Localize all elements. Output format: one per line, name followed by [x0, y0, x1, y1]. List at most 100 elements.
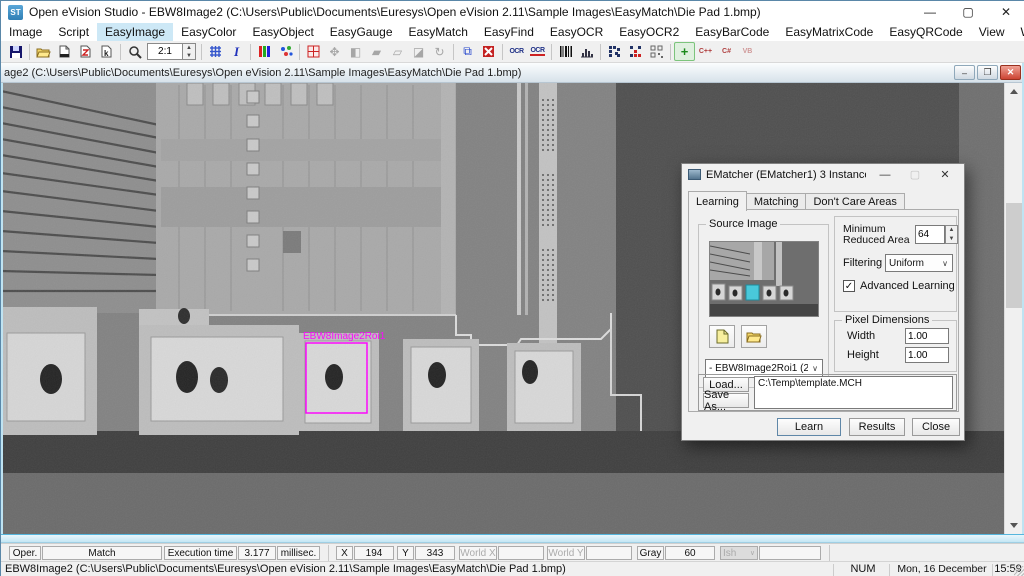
document-title-bar: age2 (C:\Users\Public\Documents\Euresys\… [1, 63, 1024, 83]
pixel-dimensions-group: Pixel Dimensions Width Height [834, 320, 957, 372]
filtering-select[interactable]: Uniform ∨ [885, 254, 953, 272]
menu-easyocr2[interactable]: EasyOCR2 [611, 23, 687, 41]
learn-button[interactable]: Learn [777, 418, 841, 436]
shear-left-icon[interactable]: ◧ [345, 42, 366, 61]
histogram-icon[interactable] [576, 42, 597, 61]
color-bars-icon[interactable] [254, 42, 275, 61]
exec-time-label: Execution time [164, 546, 237, 560]
save-as-button[interactable]: Save As... [703, 393, 749, 408]
status-bar: Oper. Match Execution time 3.177 millise… [1, 543, 1024, 561]
doc-restore-button[interactable]: ❐ [977, 65, 998, 80]
kernel-document-icon[interactable]: k [96, 42, 117, 61]
shear-right-icon[interactable]: ▱ [387, 42, 408, 61]
template-file-group: Load... Save As... C:\Temp\template.MCH [698, 374, 957, 411]
warp-icon[interactable]: ◪ [408, 42, 429, 61]
color-dots-icon[interactable] [275, 42, 296, 61]
new-document-icon[interactable] [54, 42, 75, 61]
scroll-up-button[interactable] [1005, 83, 1023, 100]
world-y-label: World Y [547, 546, 585, 560]
vb-icon[interactable]: VB [737, 42, 758, 61]
gray-value: 60 [665, 546, 715, 560]
oper-label: Oper. [9, 546, 41, 560]
scroll-down-button[interactable] [1005, 517, 1023, 534]
menu-window[interactable]: Window [1013, 23, 1024, 41]
advanced-learning-label: Advanced Learning [860, 280, 955, 292]
dialog-icon [688, 169, 701, 180]
min-reduced-area-spinner[interactable]: ▲▼ [945, 225, 958, 244]
template-path-box[interactable]: C:\Temp\template.MCH [754, 376, 953, 409]
add-script-icon[interactable]: + [674, 42, 695, 61]
menu-easyimage[interactable]: EasyImage [97, 23, 173, 41]
matrixcode-icon[interactable] [604, 42, 625, 61]
save-icon[interactable] [5, 42, 26, 61]
grid-icon[interactable] [205, 42, 226, 61]
min-reduced-area-input[interactable] [915, 225, 945, 244]
menu-easymatch[interactable]: EasyMatch [401, 23, 476, 41]
height-input[interactable] [905, 347, 949, 363]
magnifier-icon[interactable] [124, 42, 145, 61]
close-button[interactable]: ✕ [987, 1, 1024, 23]
delete-region-icon[interactable] [478, 42, 499, 61]
world-x-label: World X [459, 546, 497, 560]
y-label: Y [397, 546, 414, 560]
cpp-icon[interactable]: C++ [695, 42, 716, 61]
vertical-scrollbar[interactable] [1004, 83, 1022, 534]
doc-frame-bottom [1, 534, 1024, 543]
learning-params-group: Minimum Reduced Area ▲▼ Filtering Unifor… [834, 216, 957, 312]
menu-view[interactable]: View [971, 23, 1013, 41]
menu-easybarcode[interactable]: EasyBarCode [687, 23, 777, 41]
barcode-icon[interactable] [555, 42, 576, 61]
dialog-title-bar[interactable]: EMatcher (EMatcher1) 3 Instance(s) F... … [682, 164, 964, 185]
menu-image[interactable]: Image [1, 23, 50, 41]
application-window: ST Open eVision Studio - EBW8Image2 (C:\… [0, 0, 1024, 576]
menu-easycolor[interactable]: EasyColor [173, 23, 244, 41]
scroll-thumb[interactable] [1006, 203, 1022, 308]
results-button[interactable]: Results [849, 418, 905, 436]
script-document-icon[interactable] [75, 42, 96, 61]
zoom-value[interactable]: 2:1 [147, 43, 183, 60]
doc-minimize-button[interactable]: – [954, 65, 975, 80]
ocr-icon[interactable]: OCR [506, 42, 527, 61]
menu-easygauge[interactable]: EasyGauge [322, 23, 401, 41]
text-italic-icon[interactable]: I [226, 42, 247, 61]
dialog-close-action-button[interactable]: Close [912, 418, 960, 436]
menu-easyqrcode[interactable]: EasyQRCode [881, 23, 970, 41]
source-image-caption: Source Image [706, 218, 780, 230]
menu-easyocr[interactable]: EasyOCR [542, 23, 611, 41]
dialog-close-button[interactable]: ✕ [930, 164, 960, 185]
ocr2-icon[interactable]: OCR [527, 42, 548, 61]
exec-time-value: 3.177 [238, 546, 276, 560]
menu-easyobject[interactable]: EasyObject [244, 23, 321, 41]
zoom-combo[interactable]: 2:1 ▲▼ [147, 43, 196, 60]
new-source-button[interactable] [709, 325, 735, 348]
csharp-icon[interactable]: C# [716, 42, 737, 61]
minimize-button[interactable]: — [911, 1, 949, 23]
dialog-minimize-button[interactable]: — [870, 164, 900, 185]
ish-dropdown[interactable]: Ish∨ [720, 546, 758, 560]
pixel-dimensions-caption: Pixel Dimensions [842, 314, 932, 326]
copy-region-icon[interactable]: ⧉ [457, 42, 478, 61]
matrixcode-red-icon[interactable] [625, 42, 646, 61]
width-input[interactable] [905, 328, 949, 344]
resize-grip[interactable] [1014, 566, 1024, 576]
world-x-value [498, 546, 544, 560]
file-info-text: EBW8Image2 (C:\Users\Public\Documents\Eu… [5, 563, 566, 575]
rotate-icon[interactable]: ↻ [429, 42, 450, 61]
qrcode-icon[interactable] [646, 42, 667, 61]
advanced-learning-checkbox[interactable]: ✓ [843, 280, 855, 292]
title-bar: ST Open eVision Studio - EBW8Image2 (C:\… [1, 1, 1024, 23]
doc-close-button[interactable]: ✕ [1000, 65, 1021, 80]
shear-flat-icon[interactable]: ▰ [366, 42, 387, 61]
open-icon[interactable] [33, 42, 54, 61]
tab-learning[interactable]: Learning [688, 191, 747, 211]
red-grid-icon[interactable] [303, 42, 324, 61]
menu-script[interactable]: Script [50, 23, 97, 41]
move-icon[interactable]: ✥ [324, 42, 345, 61]
menu-easyfind[interactable]: EasyFind [476, 23, 542, 41]
dialog-maximize-button[interactable]: ▢ [900, 164, 930, 185]
zoom-spinner[interactable]: ▲▼ [183, 43, 196, 60]
svg-text:k: k [104, 49, 109, 58]
maximize-button[interactable]: ▢ [949, 1, 987, 23]
open-source-button[interactable] [741, 325, 767, 348]
menu-easymatrixcode[interactable]: EasyMatrixCode [777, 23, 881, 41]
